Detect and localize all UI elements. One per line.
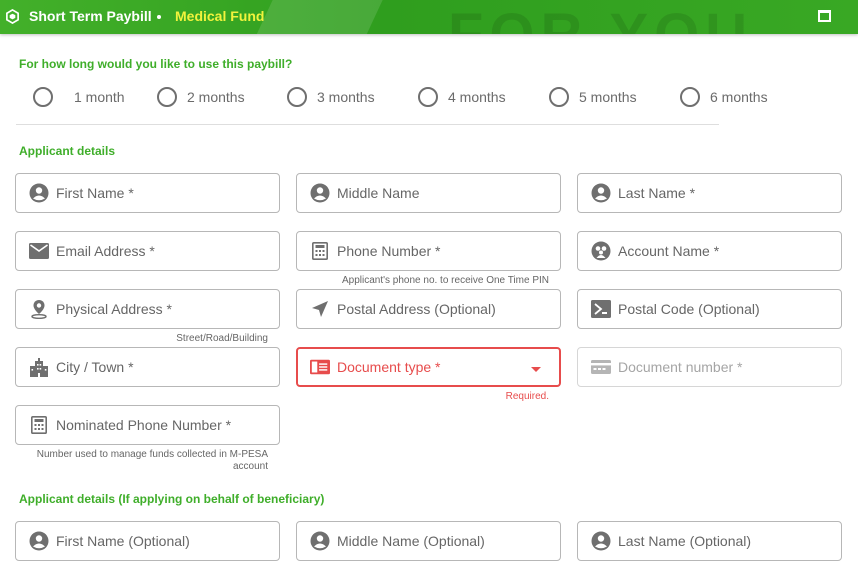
- card-number-icon: [591, 357, 611, 377]
- beneficiary-heading: Applicant details (If applying on behalf…: [19, 492, 325, 506]
- person-icon: [29, 183, 49, 203]
- radio-label: 1 month: [74, 89, 125, 105]
- first-name-field[interactable]: First Name *: [15, 173, 280, 213]
- nominated-phone-field[interactable]: Nominated Phone Number *: [15, 405, 280, 445]
- radio-4-months[interactable]: 4 months: [418, 87, 506, 107]
- person-icon: [591, 531, 611, 551]
- account-name-placeholder: Account Name *: [618, 243, 720, 259]
- account-name-field[interactable]: Account Name *: [577, 231, 842, 271]
- city-town-field[interactable]: City / Town *: [15, 347, 280, 387]
- physical-address-field[interactable]: Physical Address *: [15, 289, 280, 329]
- group-icon: [591, 241, 611, 261]
- postal-address-field[interactable]: Postal Address (Optional): [296, 289, 561, 329]
- postal-code-placeholder: Postal Code (Optional): [618, 301, 760, 317]
- physical-address-placeholder: Physical Address *: [56, 301, 172, 317]
- radio-label: 4 months: [448, 89, 506, 105]
- radio-circle[interactable]: [287, 87, 307, 107]
- postal-address-placeholder: Postal Address (Optional): [337, 301, 496, 317]
- radio-6-months[interactable]: 6 months: [680, 87, 768, 107]
- email-field[interactable]: Email Address *: [15, 231, 280, 271]
- radio-circle[interactable]: [418, 87, 438, 107]
- nominated-phone-placeholder: Nominated Phone Number *: [56, 417, 232, 433]
- city-buildings-icon: [29, 357, 49, 377]
- app-logo-icon: [6, 9, 19, 24]
- radio-label: 2 months: [187, 89, 245, 105]
- person-icon: [591, 183, 611, 203]
- document-number-placeholder: Document number *: [618, 359, 743, 375]
- maximize-icon[interactable]: [818, 10, 831, 22]
- document-type-error: Required.: [505, 391, 549, 402]
- middle-name-placeholder: Middle Name: [337, 185, 420, 201]
- radio-circle[interactable]: [33, 87, 53, 107]
- postal-code-icon: [591, 299, 611, 319]
- radio-3-months[interactable]: 3 months: [287, 87, 375, 107]
- middle-name-field[interactable]: Middle Name: [296, 173, 561, 213]
- title-bar: FOR YOU Short Term Paybill Medical Fund: [0, 0, 858, 34]
- phone-number-hint: Applicant's phone no. to receive One Tim…: [341, 275, 549, 286]
- envelope-icon: [29, 241, 49, 261]
- duration-question: For how long would you like to use this …: [19, 57, 293, 71]
- document-number-field[interactable]: Document number *: [577, 347, 842, 387]
- city-town-placeholder: City / Town *: [56, 359, 134, 375]
- last-name-field[interactable]: Last Name *: [577, 173, 842, 213]
- document-type-placeholder: Document type *: [337, 359, 441, 375]
- beneficiary-last-name-field[interactable]: Last Name (Optional): [577, 521, 842, 561]
- phone-number-field[interactable]: Phone Number *: [296, 231, 561, 271]
- beneficiary-middle-name-field[interactable]: Middle Name (Optional): [296, 521, 561, 561]
- title-separator: [157, 15, 161, 19]
- person-icon: [310, 183, 330, 203]
- nominated-phone-hint: Number used to manage funds collected in…: [36, 449, 268, 472]
- app-title: Short Term Paybill: [29, 8, 152, 24]
- person-icon: [29, 531, 49, 551]
- postal-code-field[interactable]: Postal Code (Optional): [577, 289, 842, 329]
- phone-number-placeholder: Phone Number *: [337, 243, 441, 259]
- radio-1-month[interactable]: 1 month: [33, 87, 125, 107]
- radio-label: 5 months: [579, 89, 637, 105]
- radio-circle[interactable]: [549, 87, 569, 107]
- calculator-icon: [29, 415, 49, 435]
- id-card-icon: [310, 357, 330, 377]
- beneficiary-last-name-placeholder: Last Name (Optional): [618, 533, 752, 549]
- first-name-placeholder: First Name *: [56, 185, 134, 201]
- radio-2-months[interactable]: 2 months: [157, 87, 245, 107]
- page-subtitle: Medical Fund: [175, 8, 265, 24]
- document-type-select[interactable]: Document type *: [296, 347, 561, 387]
- section-divider: [16, 124, 719, 125]
- radio-label: 6 months: [710, 89, 768, 105]
- radio-circle[interactable]: [157, 87, 177, 107]
- radio-5-months[interactable]: 5 months: [549, 87, 637, 107]
- navigation-arrow-icon: [310, 299, 330, 319]
- physical-address-hint: Street/Road/Building: [176, 333, 268, 344]
- header-background-text: FOR YOU: [448, 6, 753, 35]
- chevron-down-icon[interactable]: [531, 367, 541, 372]
- beneficiary-first-name-field[interactable]: First Name (Optional): [15, 521, 280, 561]
- email-placeholder: Email Address *: [56, 243, 155, 259]
- last-name-placeholder: Last Name *: [618, 185, 696, 201]
- header-decoration: [249, 0, 397, 34]
- radio-label: 3 months: [317, 89, 375, 105]
- applicant-heading: Applicant details: [19, 144, 116, 158]
- location-pin-icon: [29, 299, 49, 319]
- beneficiary-first-name-placeholder: First Name (Optional): [56, 533, 190, 549]
- radio-circle[interactable]: [680, 87, 700, 107]
- person-icon: [310, 531, 330, 551]
- beneficiary-middle-name-placeholder: Middle Name (Optional): [337, 533, 485, 549]
- calculator-icon: [310, 241, 330, 261]
